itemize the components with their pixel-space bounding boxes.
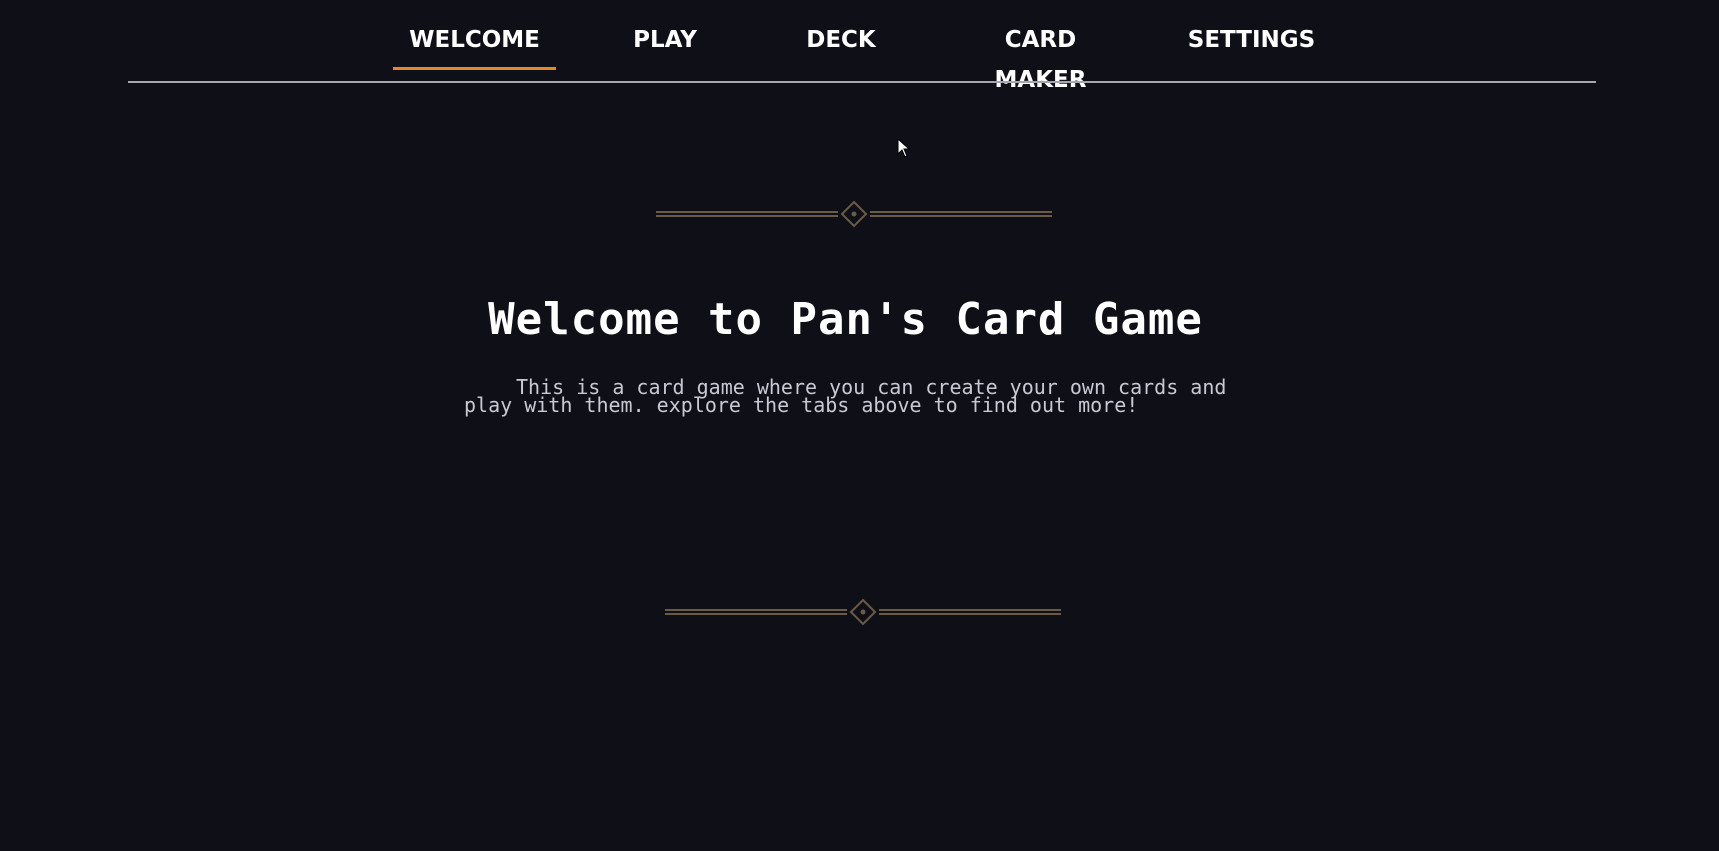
top-ornament-divider-icon [654,200,1054,228]
tab-deck[interactable]: DECK [788,20,894,70]
tab-card-maker[interactable]: CARD MAKER [958,20,1123,93]
mouse-pointer-icon [897,137,911,158]
bottom-ornament-divider-icon [663,598,1063,626]
intro-text: This is a card game where you can create… [464,375,1239,417]
tab-play[interactable]: PLAY [606,20,724,70]
tab-welcome[interactable]: WELCOME [393,20,556,70]
nav-divider [128,81,1596,83]
main-nav: WELCOME PLAY DECK CARD MAKER SETTINGS [0,0,1719,93]
tab-settings[interactable]: SETTINGS [1186,20,1317,70]
page-title: Welcome to Pan's Card Game [488,294,1203,346]
